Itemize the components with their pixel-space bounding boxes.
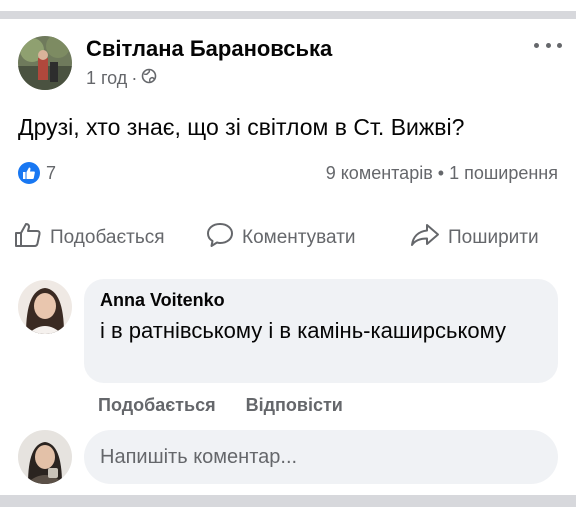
commenter-avatar[interactable] — [18, 280, 72, 334]
more-options-icon[interactable] — [534, 36, 562, 54]
bottom-band — [0, 507, 576, 515]
comment-like-link[interactable]: Подобається — [98, 395, 216, 416]
like-button-label: Подобається — [50, 227, 165, 248]
author-avatar[interactable] — [18, 36, 72, 90]
post-text: Друзі, хто знає, що зі світлом в Ст. Виж… — [18, 114, 465, 140]
reaction-count: 7 — [46, 162, 57, 183]
post-meta: 1 год · — [86, 68, 157, 89]
thumbs-up-icon — [14, 222, 42, 254]
comment-button[interactable]: Коментувати — [206, 222, 356, 254]
like-reaction-icon — [18, 162, 40, 184]
engagement-counts[interactable]: 9 коментарів • 1 поширення — [326, 163, 558, 184]
comment-bubble-icon — [206, 222, 234, 254]
post-author-name[interactable]: Світлана Барановська — [86, 36, 332, 62]
meta-separator: · — [131, 68, 138, 88]
comment-author-name[interactable]: Anna Voitenko — [100, 290, 225, 311]
share-button-label: Поширити — [448, 227, 539, 248]
comment-reply-link[interactable]: Відповісти — [246, 395, 343, 416]
comment-text: і в ратнівському і в камінь-каширському — [100, 318, 506, 343]
post-actions: Подобається Коментувати Поширити — [0, 222, 576, 252]
globe-icon — [141, 68, 157, 89]
comment-button-label: Коментувати — [242, 227, 356, 248]
like-button[interactable]: Подобається — [14, 222, 165, 254]
comment-actions: Подобається Відповісти — [98, 395, 343, 416]
post-time[interactable]: 1 год — [86, 68, 127, 89]
share-button[interactable]: Поширити — [410, 222, 539, 254]
reactions-summary[interactable]: 7 — [18, 162, 56, 184]
feed-divider-top — [0, 11, 576, 19]
current-user-avatar[interactable] — [18, 430, 72, 484]
share-arrow-icon — [410, 222, 440, 254]
feed-divider-bottom — [0, 495, 576, 507]
comment-input[interactable] — [84, 430, 558, 484]
